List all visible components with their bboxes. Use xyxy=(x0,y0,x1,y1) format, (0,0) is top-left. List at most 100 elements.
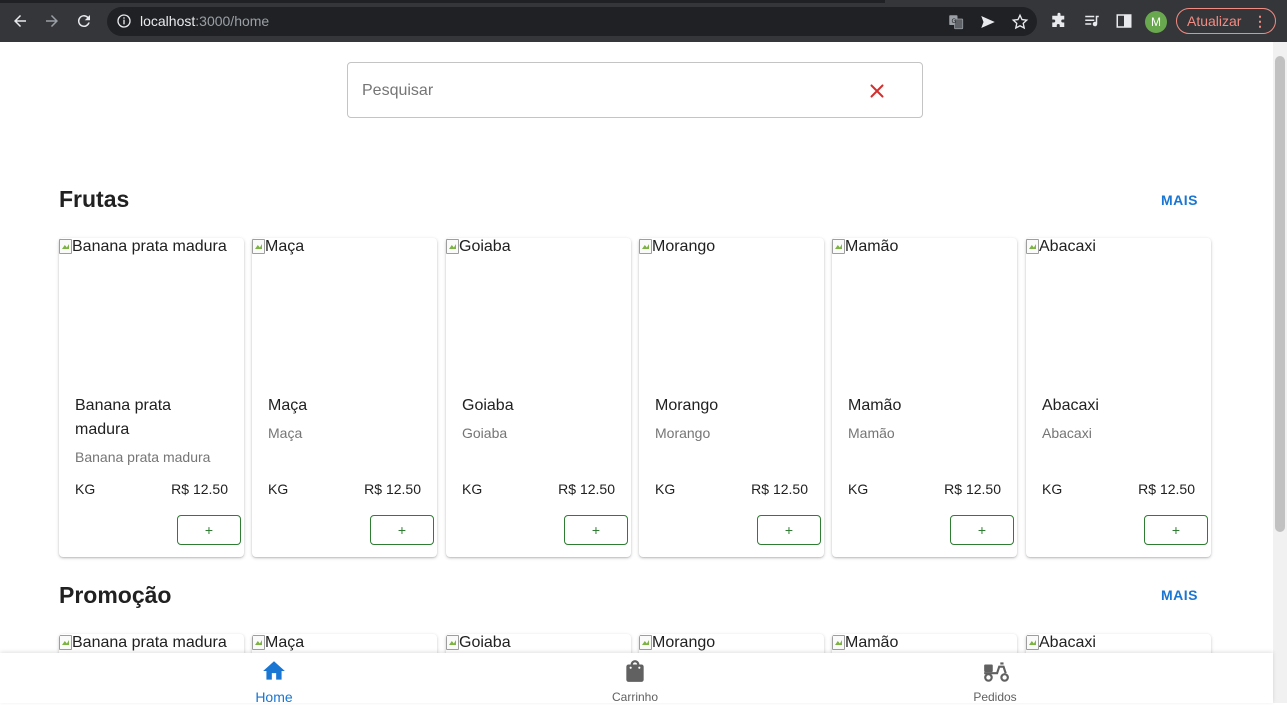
url-text: localhost:3000/home xyxy=(140,13,270,29)
translate-icon[interactable]: G xyxy=(947,13,965,31)
broken-image-icon xyxy=(639,635,652,650)
home-icon xyxy=(261,658,287,684)
page-scrollbar[interactable] xyxy=(1273,42,1287,703)
product-image: Maça xyxy=(252,238,437,388)
search-field[interactable] xyxy=(347,62,923,118)
product-image-alt: Goiaba xyxy=(459,634,511,651)
broken-image-icon xyxy=(59,635,72,650)
product-price: R$ 12.50 xyxy=(1138,481,1195,497)
tab-strip-edge xyxy=(0,0,885,3)
product-image: Banana prata madura xyxy=(59,634,227,652)
product-price: R$ 12.50 xyxy=(171,481,228,497)
product-price: R$ 12.50 xyxy=(558,481,615,497)
product-name: Maça xyxy=(268,397,308,414)
product-name: Goiaba xyxy=(462,397,514,414)
product-card: Mamão Mamão Mamão KG R$ 12.50 + xyxy=(832,238,1017,557)
product-image: Abacaxi xyxy=(1026,634,1096,652)
product-image: Goiaba xyxy=(446,238,631,388)
bottom-navigation: Home Carrinho Pedidos xyxy=(0,653,1273,705)
search-input[interactable] xyxy=(360,79,844,103)
media-queue-icon[interactable] xyxy=(1083,12,1101,30)
profile-avatar[interactable]: M xyxy=(1145,11,1167,33)
product-image: Abacaxi xyxy=(1026,238,1211,388)
product-name: Banana prata madura xyxy=(75,397,172,438)
address-bar[interactable]: localhost:3000/home G xyxy=(107,7,1037,36)
site-info-icon[interactable] xyxy=(116,13,134,31)
product-image: Maça xyxy=(252,634,304,652)
product-image-alt: Goiaba xyxy=(459,238,511,255)
section-title-promocao: Promoção xyxy=(59,582,172,608)
clear-search-icon[interactable] xyxy=(866,80,888,102)
product-price: R$ 12.50 xyxy=(364,481,421,497)
add-to-cart-button[interactable]: + xyxy=(177,515,241,545)
product-image: Banana prata madura xyxy=(59,238,244,388)
product-image-alt: Maça xyxy=(265,634,305,651)
product-card: Banana prata madura Banana prata madura … xyxy=(59,238,244,557)
broken-image-icon xyxy=(59,239,72,254)
nav-home[interactable]: Home xyxy=(214,653,334,705)
more-button-promocao[interactable]: MAIS xyxy=(1161,587,1198,603)
delivery-scooter-icon xyxy=(982,658,1009,684)
product-price: R$ 12.50 xyxy=(944,481,1001,497)
product-description: Morango xyxy=(655,425,711,441)
product-image-alt: Morango xyxy=(652,238,716,255)
section-title-frutas: Frutas xyxy=(59,186,130,212)
product-image: Mamão xyxy=(832,238,1017,388)
product-unit: KG xyxy=(1042,481,1063,497)
product-description: Abacaxi xyxy=(1042,425,1092,441)
product-image: Morango xyxy=(639,634,715,652)
shopping-bag-icon xyxy=(622,658,648,684)
broken-image-icon xyxy=(639,239,652,254)
product-price: R$ 12.50 xyxy=(751,481,808,497)
product-card: Maça Maça Maça KG R$ 12.50 + xyxy=(252,238,437,557)
more-button-frutas[interactable]: MAIS xyxy=(1161,192,1198,208)
broken-image-icon xyxy=(446,635,459,650)
product-image: Mamão xyxy=(832,634,898,652)
scrollbar-thumb[interactable] xyxy=(1275,56,1285,532)
add-to-cart-button[interactable]: + xyxy=(564,515,628,545)
product-card: Abacaxi Abacaxi Abacaxi KG R$ 12.50 + xyxy=(1026,238,1211,557)
product-name: Abacaxi xyxy=(1042,397,1099,414)
nav-pedidos[interactable]: Pedidos xyxy=(935,653,1055,704)
nav-carrinho[interactable]: Carrinho xyxy=(575,653,695,704)
side-panel-icon[interactable] xyxy=(1115,12,1133,30)
product-image-alt: Abacaxi xyxy=(1039,634,1096,651)
product-unit: KG xyxy=(462,481,483,497)
product-card: Morango Morango Morango KG R$ 12.50 + xyxy=(639,238,824,557)
product-image-alt: Banana prata madura xyxy=(72,238,227,255)
product-image-alt: Morango xyxy=(652,634,716,651)
broken-image-icon xyxy=(252,635,265,650)
svg-text:G: G xyxy=(952,18,957,25)
bookmark-star-icon[interactable] xyxy=(1011,13,1029,31)
product-unit: KG xyxy=(655,481,676,497)
product-unit: KG xyxy=(268,481,289,497)
add-to-cart-button[interactable]: + xyxy=(757,515,821,545)
update-browser-label: Atualizar xyxy=(1187,13,1242,29)
product-description: Banana prata madura xyxy=(75,449,211,465)
product-image-alt: Mamão xyxy=(845,634,899,651)
back-icon[interactable] xyxy=(9,10,31,32)
add-to-cart-button[interactable]: + xyxy=(1144,515,1208,545)
reload-icon[interactable] xyxy=(73,10,95,32)
product-description: Maça xyxy=(268,425,303,441)
send-icon[interactable] xyxy=(979,13,997,31)
product-name: Mamão xyxy=(848,397,902,414)
product-description: Mamão xyxy=(848,425,895,441)
update-browser-button[interactable]: Atualizar ⋮ xyxy=(1176,8,1276,34)
forward-icon[interactable] xyxy=(41,10,63,32)
product-card: Goiaba Goiaba Goiaba KG R$ 12.50 + xyxy=(446,238,631,557)
browser-toolbar: localhost:3000/home G M Atualizar ⋮ xyxy=(0,0,1287,42)
broken-image-icon xyxy=(446,239,459,254)
product-image-alt: Abacaxi xyxy=(1039,238,1096,255)
product-unit: KG xyxy=(75,481,96,497)
broken-image-icon xyxy=(1026,635,1039,650)
product-image: Goiaba xyxy=(446,634,511,652)
product-name: Morango xyxy=(655,397,719,414)
nav-pedidos-label: Pedidos xyxy=(973,690,1017,704)
broken-image-icon xyxy=(1026,239,1039,254)
add-to-cart-button[interactable]: + xyxy=(950,515,1014,545)
kebab-menu-icon[interactable]: ⋮ xyxy=(1253,9,1267,33)
broken-image-icon xyxy=(252,239,265,254)
add-to-cart-button[interactable]: + xyxy=(370,515,434,545)
extensions-icon[interactable] xyxy=(1050,12,1068,30)
